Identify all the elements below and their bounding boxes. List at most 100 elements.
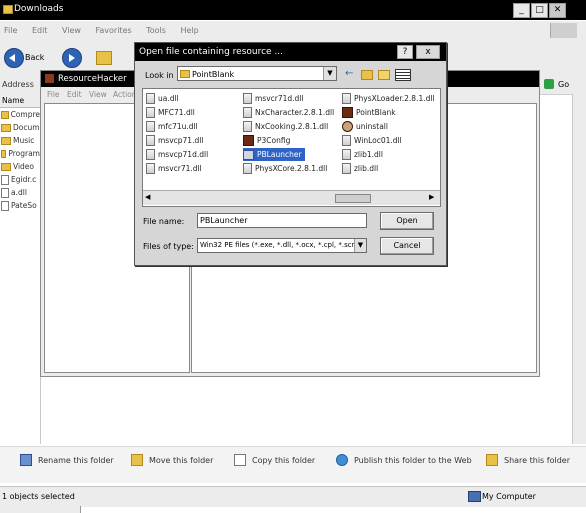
dialog-close-button[interactable]: x	[416, 45, 440, 59]
menu-file[interactable]: File	[4, 26, 17, 35]
status-location: My Computer	[482, 492, 536, 501]
filetype-label: Files of type:	[143, 242, 194, 251]
forward-arrow-icon[interactable]	[62, 48, 82, 68]
copy-folder-task[interactable]: Copy this folder	[234, 454, 315, 466]
resourcehacker-title: ResourceHacker	[58, 74, 127, 84]
list-item[interactable]: zlib1.dll	[342, 148, 383, 161]
rh-menu-edit[interactable]: Edit	[67, 90, 82, 99]
filetype-value: Win32 PE files (*.exe, *.dll, *.ocx, *.c…	[200, 241, 358, 249]
rh-menu-file[interactable]: File	[47, 90, 60, 99]
back-button-label[interactable]: Back	[25, 53, 44, 62]
file-icon	[1, 187, 9, 198]
list-item[interactable]: a.dll	[1, 186, 40, 199]
list-item[interactable]: mfc71u.dll	[146, 120, 198, 133]
dll-file-icon	[146, 107, 155, 118]
go-arrow-icon[interactable]	[544, 79, 554, 89]
list-item[interactable]: Program	[1, 147, 40, 160]
dll-file-icon	[146, 163, 155, 174]
copy-icon	[234, 454, 246, 466]
folder-icon	[3, 5, 13, 14]
dll-file-icon	[243, 163, 252, 174]
list-item[interactable]: P3Config	[243, 134, 290, 147]
cancel-button-label: Cancel	[393, 241, 421, 250]
publish-folder-task[interactable]: Publish this folder to the Web	[336, 454, 472, 466]
list-item[interactable]: msvcp71d.dll	[146, 148, 208, 161]
lookin-label: Look in	[145, 71, 174, 80]
rename-icon	[20, 454, 32, 466]
cancel-button[interactable]: Cancel	[380, 237, 434, 255]
help-button[interactable]: ?	[397, 45, 413, 59]
list-item[interactable]: Compre	[1, 108, 40, 121]
share-folder-task[interactable]: Share this folder	[486, 454, 570, 466]
filename-value: PBLauncher	[200, 216, 248, 225]
dll-file-icon	[146, 121, 155, 132]
windows-logo-icon	[550, 23, 577, 38]
up-folder-icon[interactable]	[361, 70, 373, 80]
dll-file-icon	[342, 149, 351, 160]
menu-favorites[interactable]: Favorites	[96, 26, 132, 35]
move-folder-task[interactable]: Move this folder	[131, 454, 213, 466]
dll-file-icon	[243, 107, 252, 118]
new-folder-icon[interactable]	[378, 70, 390, 80]
list-item[interactable]: NxCharacter.2.8.1.dll	[243, 106, 334, 119]
explorer-title-bar: Downloads _ □ ✕	[0, 0, 586, 20]
list-item[interactable]: uninstall	[342, 120, 388, 133]
folder-tasks-bar: Rename this folder Move this folder Copy…	[0, 446, 586, 483]
status-text: 1 objects selected	[2, 492, 75, 501]
back-arrow-icon[interactable]	[4, 48, 24, 68]
menu-edit[interactable]: Edit	[32, 26, 48, 35]
filetype-dropdown[interactable]: Win32 PE files (*.exe, *.dll, *.ocx, *.c…	[197, 238, 367, 253]
list-item[interactable]: NxCooking.2.8.1.dll	[243, 120, 328, 133]
menu-tools[interactable]: Tools	[146, 26, 166, 35]
open-button-label: Open	[396, 216, 418, 225]
rh-menu-view[interactable]: View	[89, 90, 107, 99]
view-menu-icon[interactable]	[395, 69, 411, 81]
selected-list-item[interactable]: PBLauncher	[243, 148, 305, 161]
list-item[interactable]: MFC71.dll	[146, 106, 195, 119]
list-item[interactable]: msvcp71.dll	[146, 134, 203, 147]
list-item[interactable]: WinLoc01.dll	[342, 134, 402, 147]
list-item[interactable]: Docum	[1, 121, 40, 134]
horizontal-scrollbar[interactable]: ◀ ▶	[143, 190, 440, 205]
list-item[interactable]: zlib.dll	[342, 162, 378, 175]
list-item[interactable]: PointBlank	[342, 106, 396, 119]
menu-view[interactable]: View	[62, 26, 81, 35]
list-item[interactable]: ua.dll	[146, 92, 179, 105]
folder-icon	[1, 162, 11, 171]
list-item[interactable]: msvcr71d.dll	[243, 92, 303, 105]
dll-file-icon	[146, 135, 155, 146]
go-button-label[interactable]: Go	[558, 80, 569, 89]
scroll-left-icon[interactable]: ◀	[145, 193, 150, 201]
list-item[interactable]: msvcr71.dll	[146, 162, 202, 175]
maximize-button[interactable]: □	[531, 3, 548, 18]
dll-file-icon	[146, 93, 155, 104]
back-icon[interactable]: ←	[345, 68, 353, 79]
chevron-down-icon[interactable]: ▼	[354, 239, 366, 252]
vertical-scrollbar[interactable]	[572, 94, 586, 444]
list-item[interactable]: Video	[1, 160, 40, 173]
list-item[interactable]: PateSo	[1, 199, 40, 212]
chevron-down-icon[interactable]: ▼	[323, 67, 336, 80]
rh-menu-action[interactable]: Action	[113, 90, 137, 99]
close-button[interactable]: ✕	[549, 3, 566, 18]
scroll-thumb[interactable]	[335, 194, 371, 203]
minimize-button[interactable]: _	[513, 3, 530, 18]
computer-icon	[468, 491, 481, 502]
app-file-icon	[243, 149, 254, 160]
name-column-header[interactable]: Name	[0, 94, 40, 108]
dll-file-icon	[342, 93, 351, 104]
list-item[interactable]: Music	[1, 134, 40, 147]
filename-input[interactable]: PBLauncher	[197, 213, 367, 228]
open-button[interactable]: Open	[380, 212, 434, 230]
list-item[interactable]: Egidr.c	[1, 173, 40, 186]
scroll-right-icon[interactable]: ▶	[429, 193, 434, 201]
open-file-dialog: Open file containing resource ... ? x Lo…	[134, 42, 447, 266]
list-item[interactable]: PhysXCore.2.8.1.dll	[243, 162, 327, 175]
lookin-dropdown[interactable]: PointBlank ▼	[177, 66, 337, 81]
menu-help[interactable]: Help	[180, 26, 198, 35]
rename-folder-task[interactable]: Rename this folder	[20, 454, 114, 466]
up-folder-icon[interactable]	[96, 51, 112, 65]
list-item[interactable]: PhysXLoader.2.8.1.dll	[342, 92, 435, 105]
dll-file-icon	[243, 121, 252, 132]
exe-file-icon	[342, 121, 353, 132]
